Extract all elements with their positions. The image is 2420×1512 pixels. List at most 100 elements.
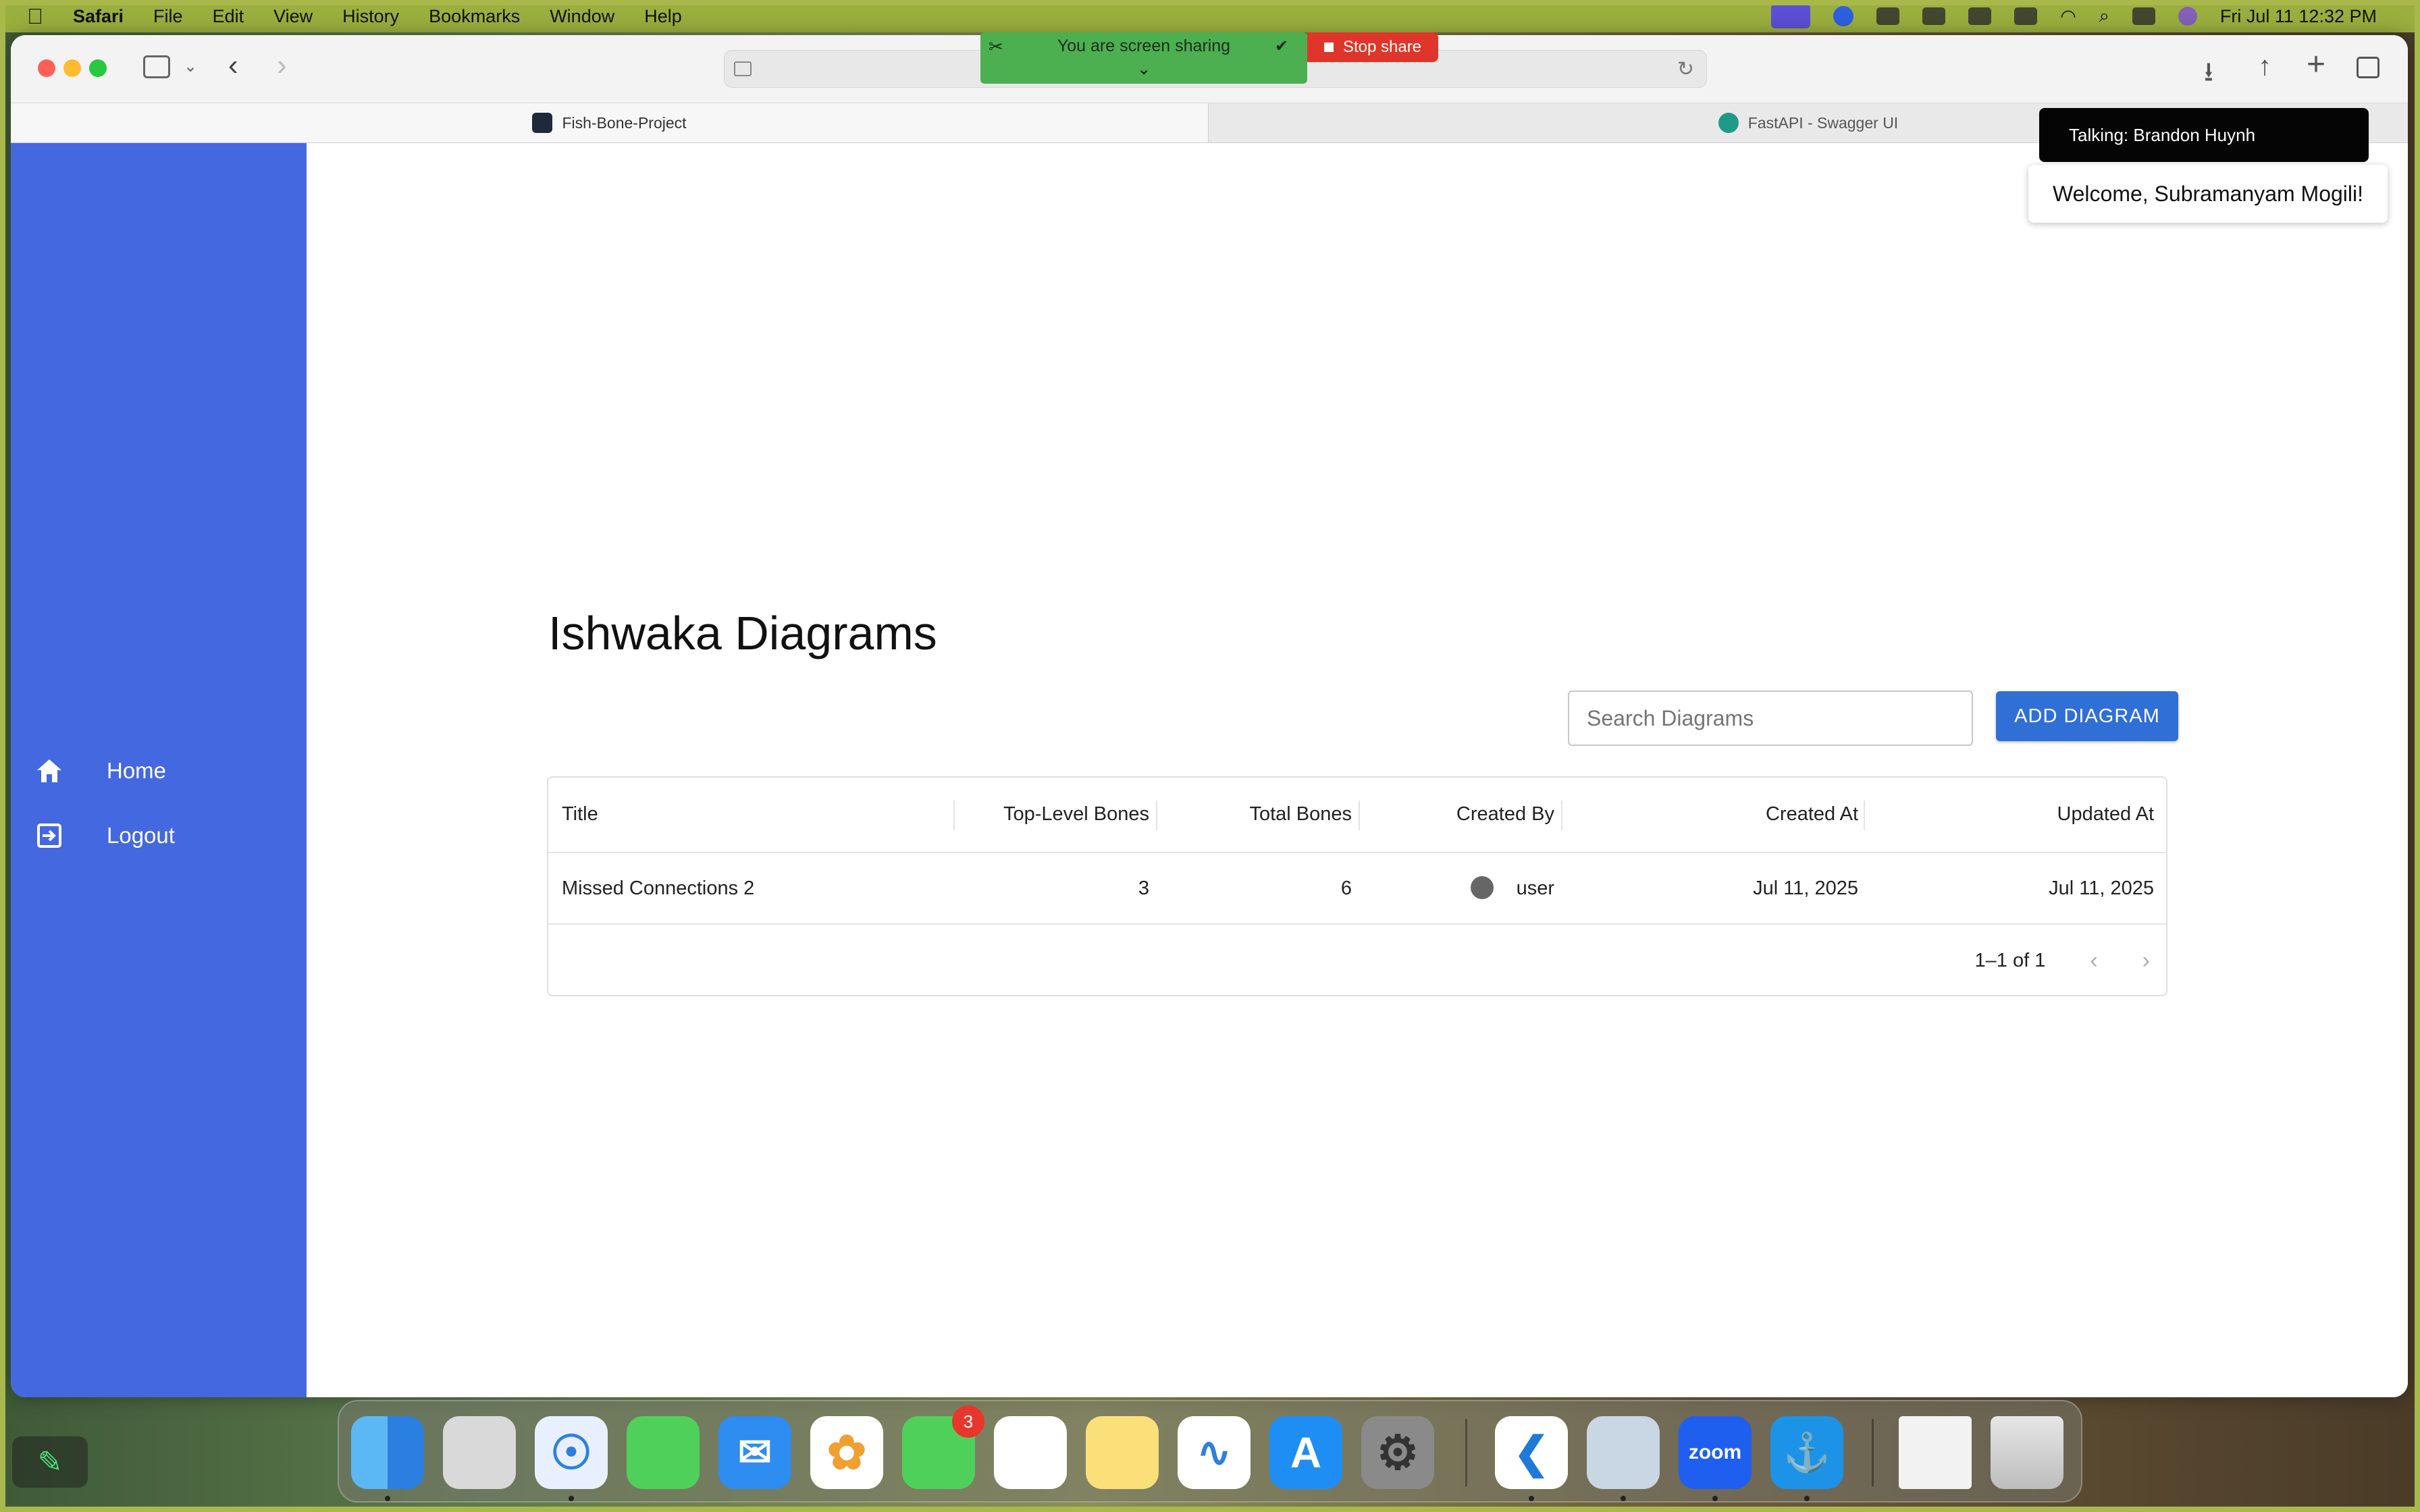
zoom-menu-icon[interactable] — [1833, 6, 1854, 26]
column-separator[interactable] — [1156, 801, 1157, 830]
menu-file[interactable]: File — [153, 6, 183, 27]
menu-bookmarks[interactable]: Bookmarks — [429, 6, 520, 27]
running-indicator — [1621, 1496, 1626, 1501]
sidebar-item-logout[interactable]: Logout — [11, 809, 307, 863]
app-store-a-icon: A — [1290, 1428, 1322, 1477]
back-button[interactable]: ‹ — [228, 49, 238, 82]
column-separator[interactable] — [1359, 801, 1360, 830]
dock-system-settings-icon[interactable]: ⚙ — [1361, 1416, 1434, 1489]
cell-top-level-bones: 3 — [1138, 878, 1149, 899]
column-header-created-by[interactable]: Created By — [1456, 803, 1554, 826]
dock-reminders-icon[interactable] — [994, 1416, 1067, 1489]
menu-history[interactable]: History — [342, 6, 399, 27]
chevron-down-icon[interactable]: ⌄ — [980, 59, 1307, 79]
dock-vscode-icon[interactable]: ❮ — [1495, 1416, 1568, 1489]
airplay-icon[interactable] — [1922, 7, 1946, 25]
dock-zoom-icon[interactable]: zoom — [1679, 1416, 1752, 1489]
cell-title: Missed Connections 2 — [562, 878, 755, 899]
screen-share-banner[interactable]: ✂ You are screen sharing ✔ ⌄ — [980, 32, 1307, 84]
screen-share-status-icon[interactable] — [1771, 4, 1811, 28]
squiggle-icon: ∿ — [1196, 1430, 1232, 1475]
share-icon[interactable]: ↑ — [2258, 51, 2271, 82]
reload-icon[interactable]: ↻ — [1677, 57, 1694, 81]
menu-view[interactable]: View — [273, 6, 313, 27]
apple-menu-icon[interactable]:  — [27, 4, 43, 29]
forward-button[interactable]: › — [277, 49, 287, 82]
screen-share-status: You are screen sharing — [1057, 36, 1231, 55]
downloads-icon[interactable]: ⭳ — [2204, 53, 2213, 99]
react-favicon-icon — [532, 113, 553, 133]
menu-clock[interactable]: Fri Jul 11 12:32 PM — [2220, 6, 2377, 27]
annotate-pencil-icon[interactable]: ✎ — [12, 1436, 88, 1488]
minimize-window-button[interactable] — [63, 59, 81, 77]
tab-overview-icon[interactable] — [2357, 57, 2379, 78]
dock-zoom-window-thumbnail[interactable] — [1899, 1416, 1972, 1489]
cell-created-at: Jul 11, 2025 — [1753, 878, 1858, 899]
spotlight-search-icon[interactable]: ⌕ — [2099, 5, 2109, 27]
add-diagram-button[interactable]: ADD DIAGRAM — [1996, 691, 2178, 741]
dock-preview-icon[interactable] — [1587, 1416, 1660, 1489]
running-indicator — [1804, 1496, 1810, 1501]
sidebar-toggle-icon[interactable] — [143, 55, 170, 78]
search-input[interactable] — [1568, 691, 1973, 746]
dock-divider — [1872, 1419, 1874, 1486]
tab-fish-bone-project[interactable]: Fish-Bone-Project — [11, 103, 1209, 142]
running-indicator — [385, 1496, 390, 1501]
column-header-top-level-bones[interactable]: Top-Level Bones — [1003, 803, 1149, 826]
menu-help[interactable]: Help — [644, 6, 682, 27]
zoom-logo: zoom — [1688, 1441, 1742, 1463]
envelope-icon: ✉ — [737, 1430, 772, 1475]
sidebar-item-home[interactable]: Home — [11, 744, 307, 798]
gear-icon: ⚙ — [1376, 1426, 1419, 1479]
running-indicator — [1529, 1496, 1534, 1501]
new-tab-icon[interactable]: + — [2307, 46, 2325, 83]
pagination: 1–1 of 1 ‹ › — [1975, 948, 2150, 974]
column-separator[interactable] — [1864, 801, 1865, 830]
home-icon — [34, 755, 65, 786]
next-page-icon[interactable]: › — [2142, 948, 2150, 974]
dock-safari-icon[interactable]: ☉ — [535, 1416, 608, 1489]
tab-label: Fish-Bone-Project — [562, 113, 687, 132]
compass-icon: ☉ — [550, 1426, 593, 1479]
row-divider — [548, 923, 2166, 925]
close-window-button[interactable] — [38, 59, 55, 77]
dock-freeform-icon[interactable]: ∿ — [1178, 1416, 1251, 1489]
dock-finder-icon[interactable] — [351, 1416, 424, 1489]
dock-docker-icon[interactable]: ⚓ — [1770, 1416, 1843, 1489]
wifi-icon[interactable]: ◠ — [2060, 6, 2076, 27]
chevron-down-icon[interactable]: ⌄ — [184, 57, 197, 76]
fullscreen-window-button[interactable] — [89, 59, 107, 77]
menu-edit[interactable]: Edit — [213, 6, 244, 27]
app-status-icon[interactable] — [1968, 7, 1992, 25]
dock-notes-icon[interactable] — [1086, 1416, 1159, 1489]
display-icon[interactable] — [1876, 7, 1900, 25]
menu-window[interactable]: Window — [550, 6, 614, 27]
dock-launchpad-icon[interactable] — [443, 1416, 516, 1489]
stop-icon — [1323, 43, 1334, 52]
menu-app-name[interactable]: Safari — [73, 6, 124, 27]
column-separator[interactable] — [953, 801, 955, 830]
column-header-created-at[interactable]: Created At — [1766, 803, 1858, 826]
page-title: Ishwaka Diagrams — [548, 607, 937, 659]
shield-check-icon: ✔ — [1275, 37, 1289, 55]
dock-messages-icon[interactable] — [627, 1416, 700, 1489]
column-header-title[interactable]: Title — [562, 803, 598, 826]
stop-share-button[interactable]: Stop share — [1307, 32, 1438, 62]
fastapi-favicon-icon — [1718, 113, 1739, 133]
previous-page-icon[interactable]: ‹ — [2090, 948, 2097, 974]
siri-icon[interactable] — [2178, 7, 2197, 26]
sidebar-item-label: Home — [107, 758, 167, 783]
page-menu-icon[interactable] — [734, 61, 752, 76]
column-header-updated-at[interactable]: Updated At — [2057, 803, 2155, 826]
control-center-icon[interactable] — [2132, 7, 2155, 25]
dock-mail-icon[interactable]: ✉ — [718, 1416, 791, 1489]
battery-icon[interactable] — [2014, 7, 2038, 25]
header-divider — [548, 852, 2166, 853]
dock-photos-icon[interactable]: ✿ — [810, 1416, 883, 1489]
dock-trash-icon[interactable] — [1991, 1416, 2063, 1489]
dock: ☉ ✉ ✿ 3 ∿ A ⚙ ❮ zoom ⚓ — [338, 1400, 2082, 1503]
dock-app-store-icon[interactable]: A — [1269, 1416, 1342, 1489]
column-header-total-bones[interactable]: Total Bones — [1249, 803, 1352, 826]
column-separator[interactable] — [1561, 801, 1562, 830]
logout-icon — [34, 820, 65, 851]
